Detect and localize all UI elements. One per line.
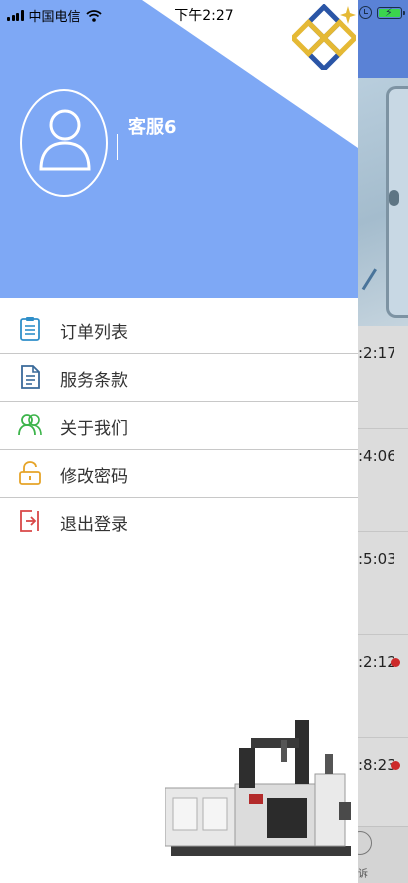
banner-line	[361, 268, 377, 291]
cnc-machine-image	[165, 720, 351, 856]
people-icon	[18, 414, 42, 436]
list-item-time: :8:23	[358, 756, 394, 774]
lock-icon	[19, 461, 41, 485]
list-item[interactable]: :2:17	[358, 326, 408, 429]
exit-icon	[20, 510, 39, 532]
menu-item-logout[interactable]: 退出登录	[0, 498, 358, 546]
username: 客服6	[128, 117, 177, 138]
list-item[interactable]: :2:12	[358, 635, 408, 738]
menu-item-label: 关于我们	[60, 419, 128, 439]
menu-item-label: 服务条款	[60, 371, 128, 391]
document-icon	[21, 365, 40, 389]
menu-item-label: 订单列表	[60, 323, 128, 343]
header-divider	[117, 134, 118, 160]
alarm-icon	[359, 6, 372, 19]
background-banner[interactable]	[358, 78, 408, 326]
list-item[interactable]: :4:06	[358, 429, 408, 532]
tab-label[interactable]: 诉	[358, 865, 368, 880]
drawer-menu: 订单列表 服务条款 关于我们 修改密码 退出登录	[0, 306, 358, 546]
menu-item-about-us[interactable]: 关于我们	[0, 402, 358, 450]
unread-dot	[391, 658, 400, 667]
list-item[interactable]: :5:03	[358, 532, 408, 635]
background-message-list: :2:17 :4:06 :5:03 :2:12 :8:23	[358, 326, 408, 826]
side-drawer: 客服6 订单列表 服务条款 关于我们 修改密码 退出登录	[0, 0, 358, 883]
status-bar: 中国电信 下午2:27 ⚡	[0, 0, 408, 26]
list-item-time: :2:12	[358, 653, 394, 671]
battery-icon: ⚡	[377, 6, 405, 19]
avatar[interactable]	[20, 89, 108, 197]
list-item-time: :5:03	[358, 550, 394, 568]
menu-item-label: 退出登录	[60, 515, 128, 535]
status-bar-time: 下午2:27	[174, 8, 234, 24]
list-item[interactable]: :8:23	[358, 738, 408, 826]
background-tab-bar: 诉	[348, 826, 408, 883]
menu-item-order-list[interactable]: 订单列表	[0, 306, 358, 354]
unread-dot	[391, 761, 400, 770]
menu-item-terms[interactable]: 服务条款	[0, 354, 358, 402]
user-icon	[39, 109, 91, 171]
menu-item-change-password[interactable]: 修改密码	[0, 450, 358, 498]
screen: :2:17 :4:06 :5:03 :2:12 :8:23 诉 客服6 订单列表…	[0, 0, 408, 883]
list-item-time: :2:17	[358, 344, 394, 362]
list-item-time: :4:06	[358, 447, 394, 465]
banner-knob	[389, 190, 399, 206]
status-bar-right: ⚡	[359, 6, 405, 19]
clipboard-icon	[20, 317, 40, 341]
menu-item-label: 修改密码	[60, 467, 128, 487]
